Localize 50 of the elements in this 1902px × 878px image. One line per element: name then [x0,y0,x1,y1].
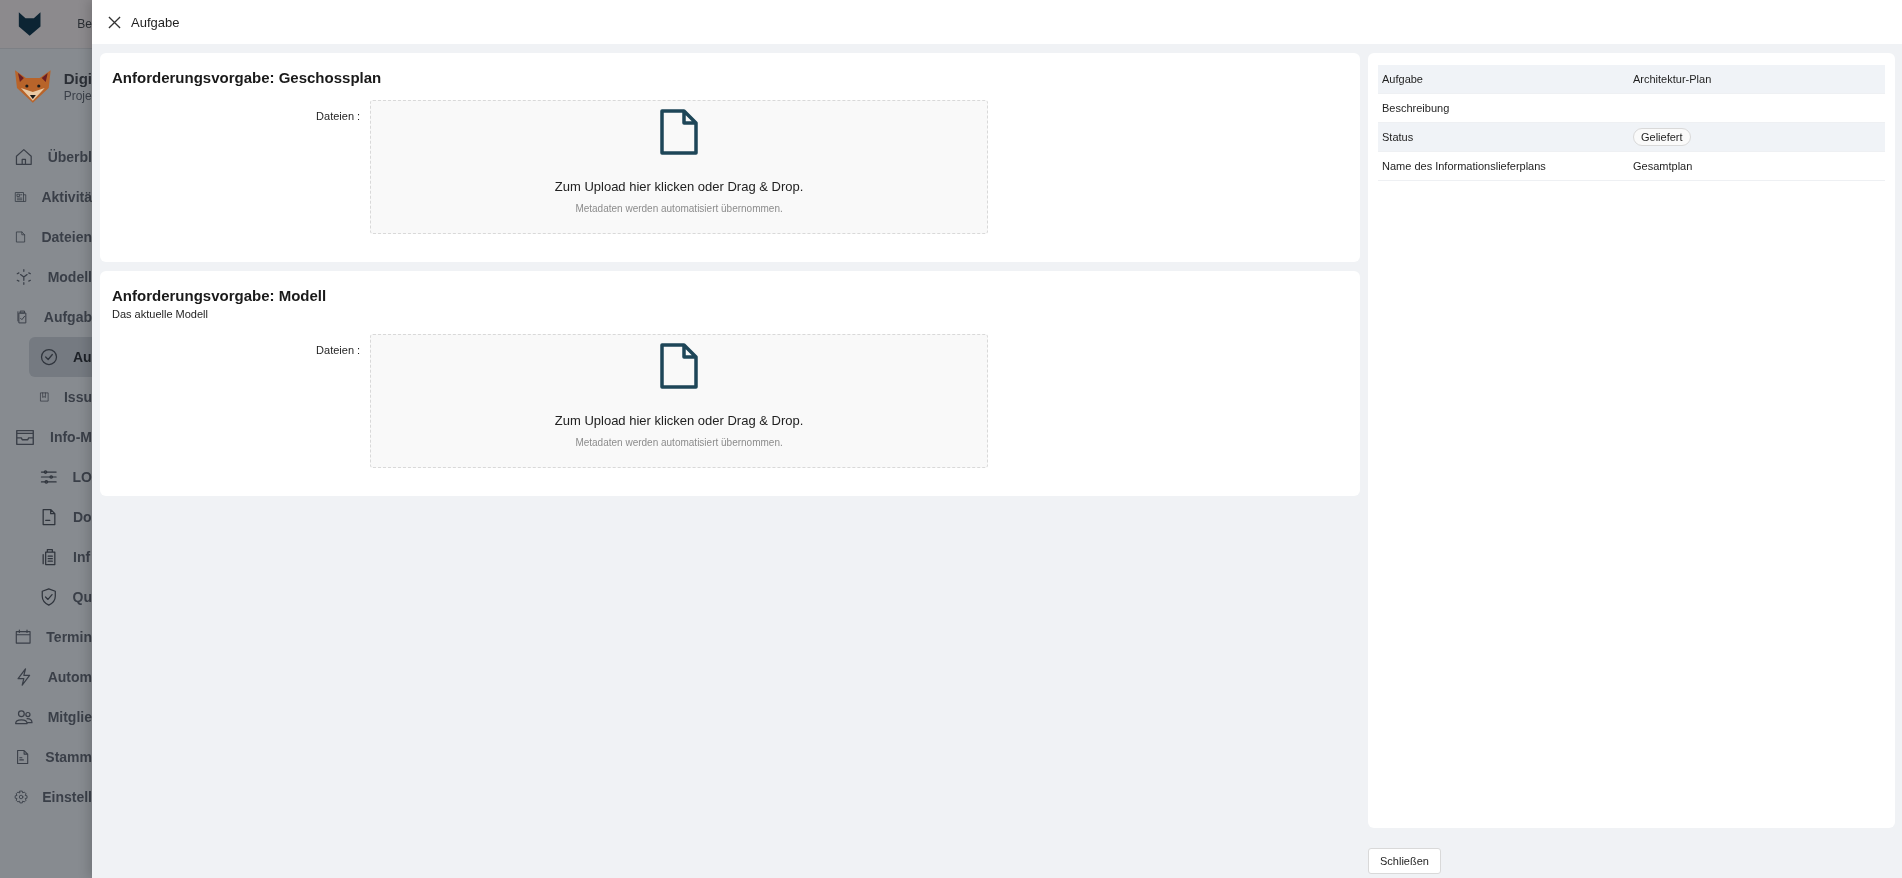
card-title: Anforderungsvorgabe: Geschossplan [112,69,383,86]
sidebar-item[interactable]: Aktivitä [0,177,92,217]
sidebar-item[interactable]: Aufgab [0,297,92,337]
project-subtitle: Proje [63,88,92,103]
sidebar-item[interactable]: Stamm [0,737,92,777]
detail-value: Gesamtplan [1633,160,1693,172]
sidebar-item[interactable]: Info-M [0,417,92,457]
sidebar-item[interactable]: Überbl [0,137,92,177]
field-label: Dateien [315,343,354,356]
detail-label: Aufgabe [1378,65,1629,94]
sidebar-subitem[interactable]: Qu [29,577,92,617]
detail-label: Beschreibung [1378,93,1629,123]
upload-dropzone[interactable]: Zum Upload hier klicken oder Drag & Drop. Metadaten werden automatisiert übernommen. [370,334,989,468]
detail-value: Architektur-Plan [1633,73,1712,85]
sidebar-item[interactable]: Autom [0,657,92,697]
sliders-icon [39,467,59,487]
upload-hint: Metadaten werden automatisiert übernommen. [575,437,783,448]
check-circle-icon [39,347,59,367]
field-label: Dateien [315,109,354,122]
label-separator: : [356,343,362,356]
shield-icon [39,587,59,607]
upload-dropzone[interactable]: Zum Upload hier klicken oder Drag & Drop. Metadaten werden automatisiert übernommen. [370,100,989,234]
upload-text: Zum Upload hier klicken oder Drag & Drop. [554,179,804,194]
card-description: Das aktuelle Modell [112,308,209,320]
close-button[interactable]: Schließen [1368,848,1441,874]
upload-text: Zum Upload hier klicken oder Drag & Drop. [554,413,804,428]
sidebar-item[interactable]: Einstell [0,777,92,817]
file-icon [660,109,699,155]
project-name: Digi [63,69,92,87]
sidebar-subitem[interactable]: Au [29,337,92,377]
sidebar-subitem[interactable]: LO [29,457,92,497]
detail-label: Name des Informationslieferplans [1378,151,1629,181]
sidebar-subitem[interactable]: Issu [29,377,92,417]
card-title: Anforderungsvorgabe: Modell [112,287,328,304]
cube-icon [14,266,34,288]
sidebar-item[interactable]: Dateien [0,217,92,257]
sidebar-subitem[interactable]: Inf [29,537,92,577]
drawer-title: Aufgabe [131,14,180,30]
brand-text: Be [77,17,92,31]
sidebar-subitem[interactable]: Do [29,497,92,537]
sidebar-item[interactable]: Modell [0,257,92,297]
sidebar-item[interactable]: Mitglie [0,697,92,737]
detail-label: Status [1378,122,1629,152]
file-icon [660,343,699,389]
status-badge: Geliefert [1633,128,1691,146]
upload-hint: Metadaten werden automatisiert übernommen. [575,203,783,214]
sidebar-item[interactable]: Termin [0,617,92,657]
home-icon [14,146,34,168]
label-separator: : [356,109,362,122]
fox-avatar-icon [13,68,53,104]
